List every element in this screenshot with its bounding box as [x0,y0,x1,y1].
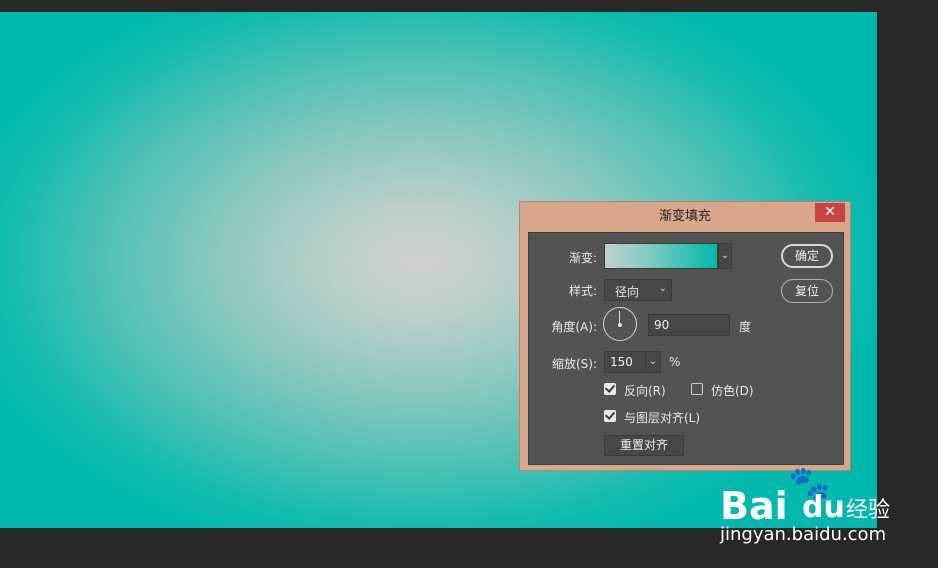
chevron-down-icon: ⌄ [658,283,667,294]
watermark-brand-bai: Bai [720,484,788,528]
dialog-title: 渐变填充 [658,209,711,224]
angle-label: 角度(A): [551,320,597,334]
angle-input[interactable]: 90 [648,314,730,336]
gradient-dropdown-button[interactable]: ⌄ [718,243,732,269]
reset-align-button[interactable]: 重置对齐 [604,435,684,456]
reset-button[interactable]: 复位 [781,279,833,303]
close-button[interactable]: ✕ [815,203,845,222]
scale-label: 缩放(S): [551,357,597,371]
scale-dropdown-button[interactable]: ⌄ [645,351,661,373]
dither-checkbox[interactable] [691,383,703,395]
style-label: 样式: [568,284,597,298]
style-select[interactable]: 径向 ⌄ [604,279,672,301]
align-with-layer-label[interactable]: 与图层对齐(L) [624,409,700,426]
ok-button[interactable]: 确定 [781,244,833,268]
angle-dial[interactable] [603,307,637,341]
reverse-checkbox[interactable] [604,383,616,395]
watermark-url: jingyan.baidu.com [720,524,887,545]
style-select-value: 径向 [615,285,640,299]
baidu-jingyan-watermark: Bai 🐾 du 经验 jingyan.baidu.com [720,464,890,554]
gradient-fill-dialog: 渐变填充 ✕ 渐变: ⌄ 样式: 径向 ⌄ 角度(A): 90 度 缩放(S):… [519,201,851,471]
gradient-label: 渐变: [568,251,597,265]
watermark-brand-du: du [802,490,845,525]
watermark-brand-suffix: 经验 [846,498,891,523]
chevron-down-icon: ⌄ [720,250,730,261]
scale-input[interactable]: 150 [604,351,646,373]
scale-unit: % [669,355,681,369]
chevron-down-icon: ⌄ [648,356,658,367]
reverse-label[interactable]: 反向(R) [624,382,666,399]
align-with-layer-checkbox[interactable] [604,410,616,422]
dialog-body: 渐变: ⌄ 样式: 径向 ⌄ 角度(A): 90 度 缩放(S): 150 ⌄ … [528,232,844,465]
angle-unit: 度 [739,320,752,334]
gradient-swatch[interactable] [604,243,718,269]
angle-dial-center [617,322,622,327]
dither-label[interactable]: 仿色(D) [711,382,754,399]
